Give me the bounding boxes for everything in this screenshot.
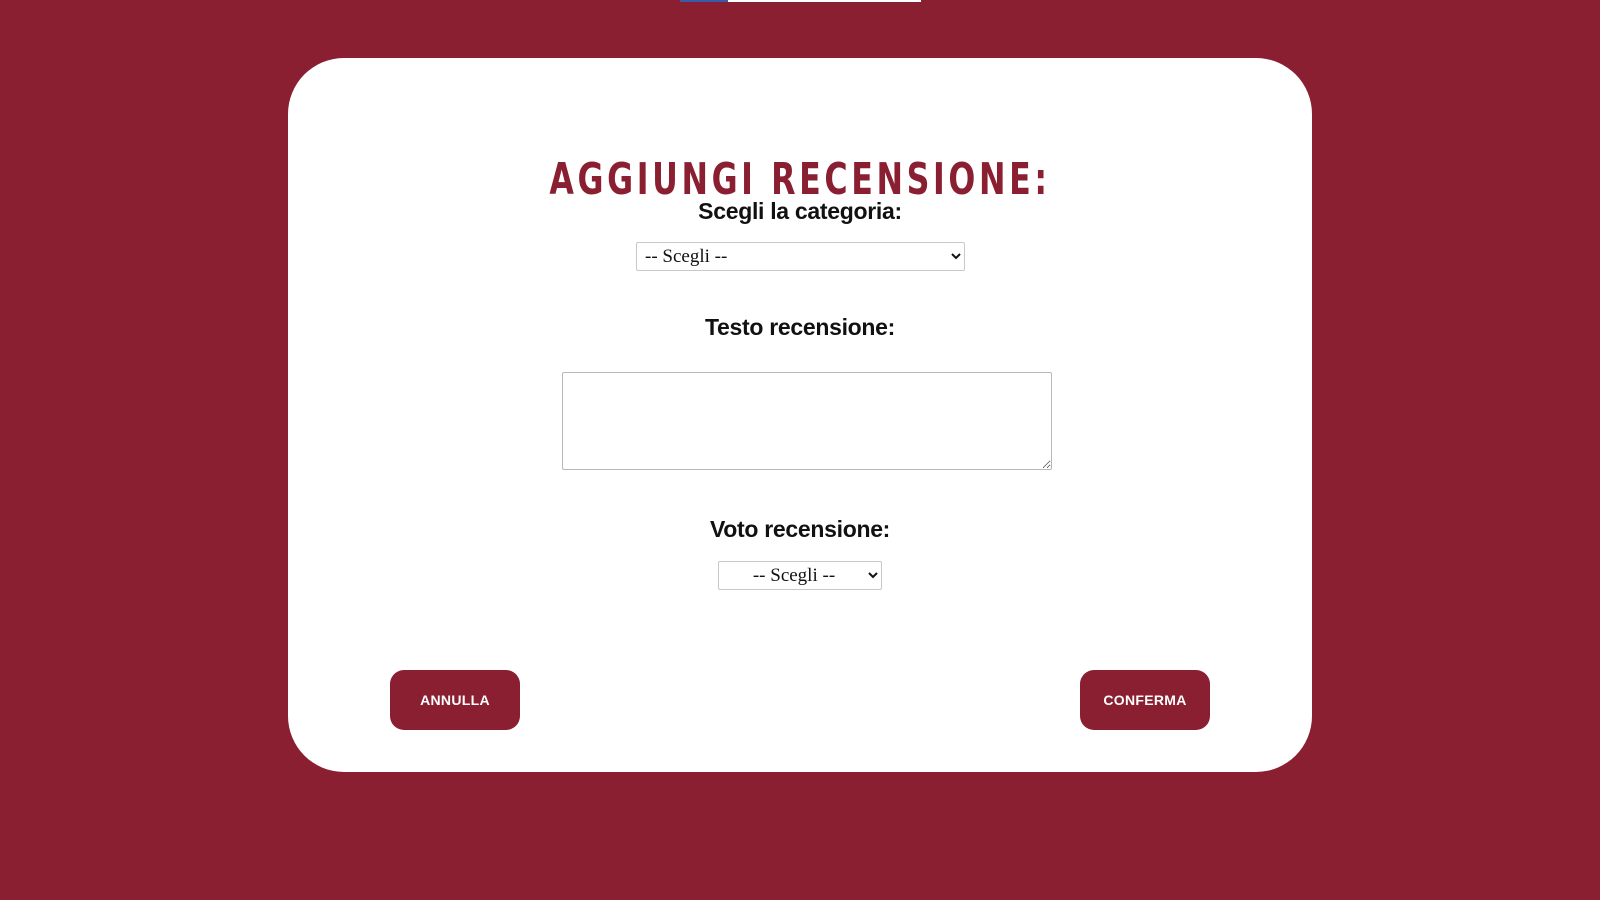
review-text-label: Testo recensione: [704, 314, 896, 340]
review-vote-select[interactable]: -- Scegli -- [718, 561, 882, 590]
review-form-card: AGGIUNGI RECENSIONE: Scegli la categoria… [288, 58, 1312, 772]
top-progress-accent [680, 0, 728, 2]
category-label: Scegli la categoria: [698, 198, 902, 224]
category-select[interactable]: -- Scegli -- [636, 242, 965, 271]
confirm-button[interactable]: CONFERMA [1080, 670, 1210, 730]
review-vote-label: Voto recensione: [709, 516, 891, 542]
cancel-button[interactable]: ANNULLA [390, 670, 520, 730]
review-text-input[interactable] [562, 372, 1052, 470]
